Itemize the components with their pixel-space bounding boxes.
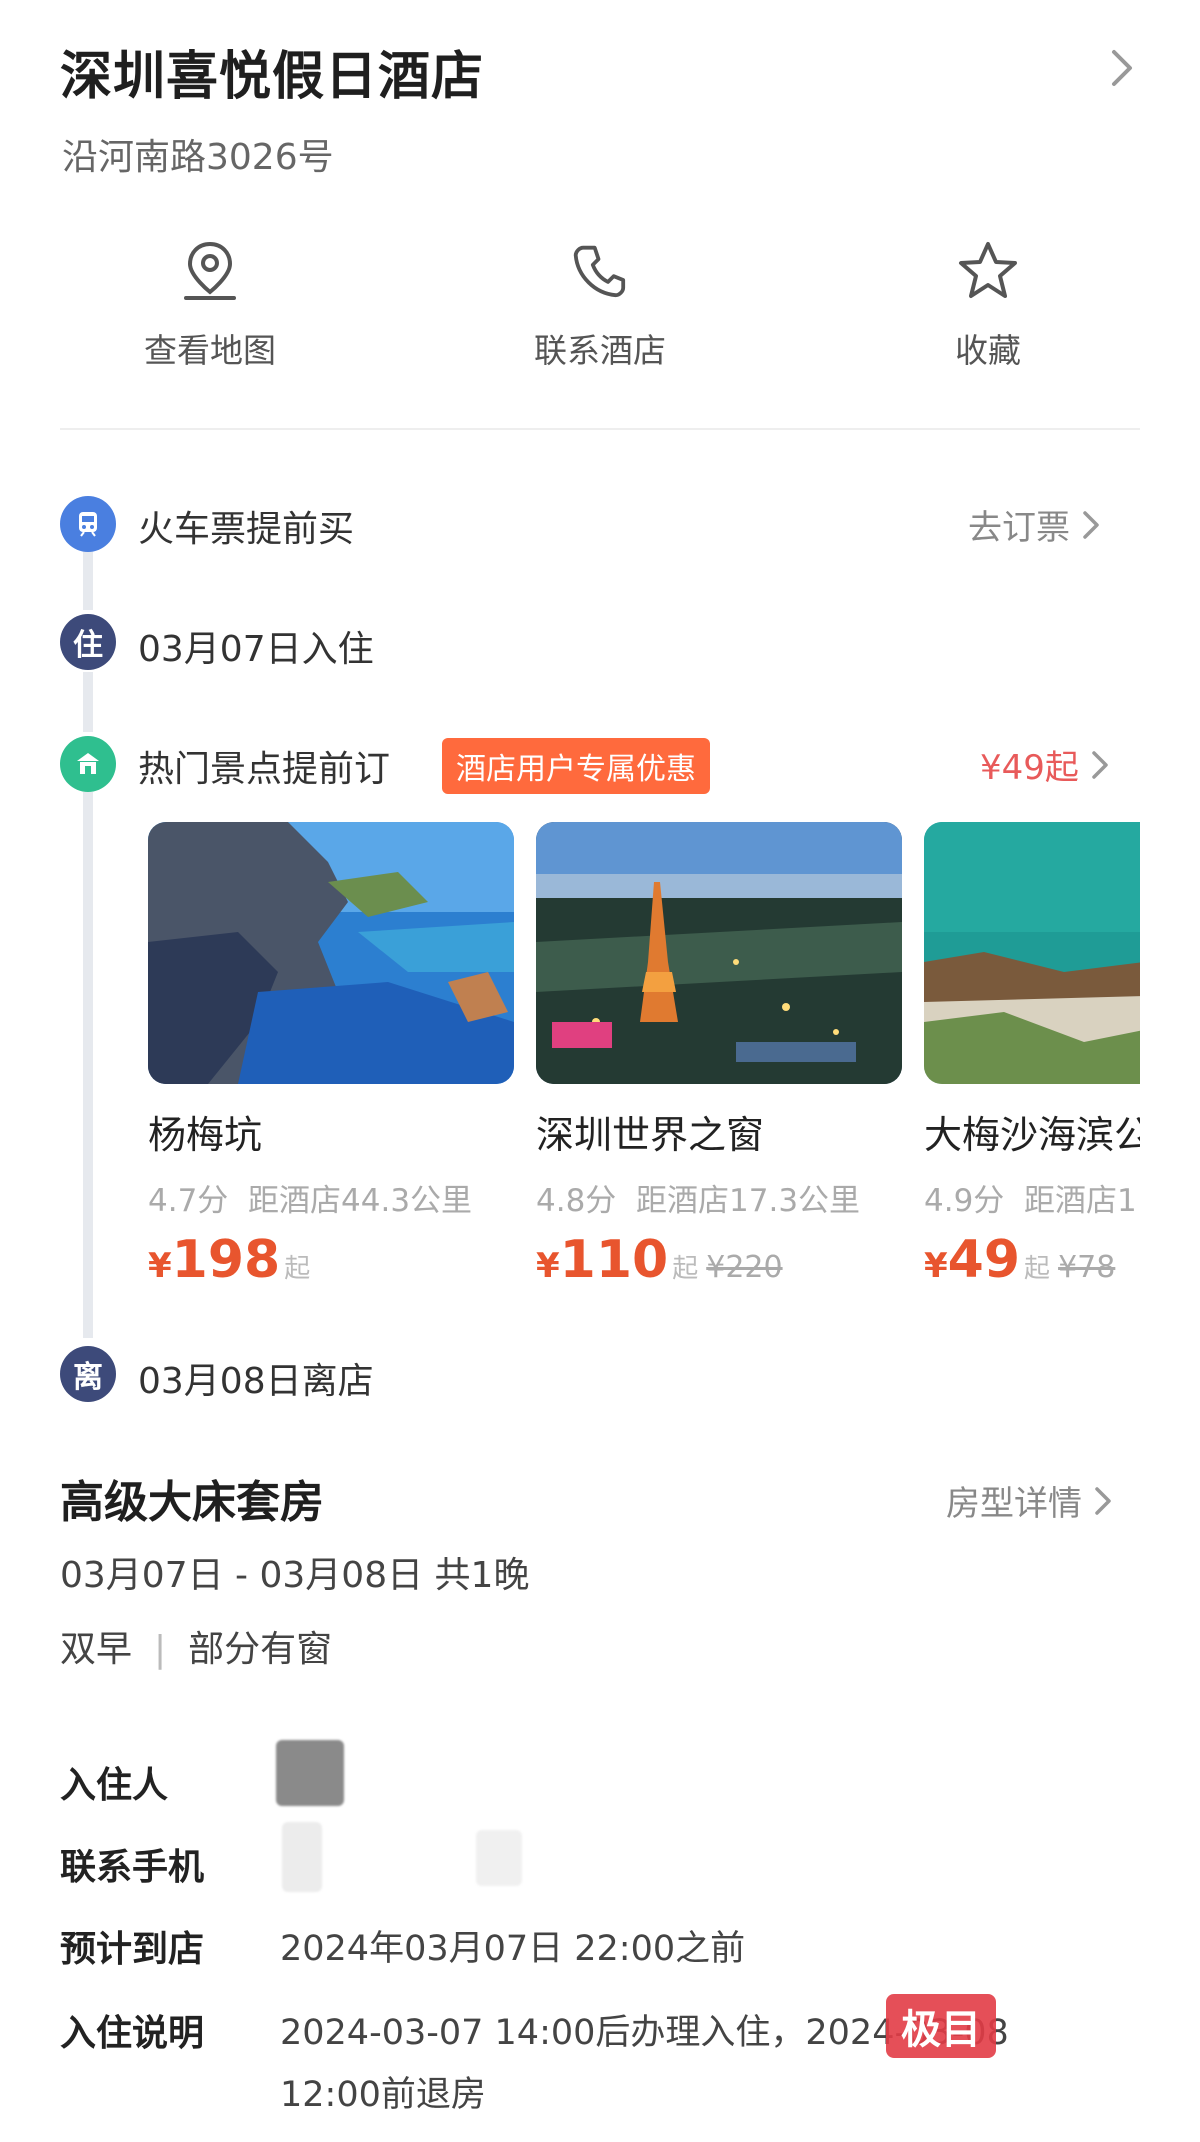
attraction-price: ¥49 起 ¥78: [924, 1230, 1140, 1290]
attraction-price: ¥198 起: [148, 1230, 514, 1290]
map-pin-icon: [184, 241, 236, 300]
price-suffix: 起: [672, 1254, 699, 1284]
separator: |: [154, 1629, 167, 1670]
book-train-link[interactable]: 去订票: [968, 500, 1102, 549]
divider: [60, 428, 1140, 430]
view-map-button[interactable]: 查看地图: [80, 240, 340, 372]
favorite-label: 收藏: [955, 331, 1021, 370]
price-suffix: 起: [1024, 1254, 1051, 1284]
checkin-notes-line2: 12:00前退房: [280, 2075, 486, 2115]
checkin-notes-label: 入住说明: [60, 2013, 205, 2054]
chevron-right-icon: [1095, 1486, 1111, 1515]
attraction-card[interactable]: 大梅沙海滨公 4.9分 距酒店1 ¥49 起 ¥78: [924, 822, 1140, 1290]
attraction-card[interactable]: 深圳世界之窗 4.8分 距酒店17.3公里 ¥110 起 ¥220: [536, 822, 902, 1290]
attraction-meta: 4.8分 距酒店17.3公里: [536, 1175, 902, 1220]
checkin-icon: 住: [60, 614, 116, 670]
attraction-photo: [924, 822, 1140, 1084]
price-currency: ¥: [148, 1246, 172, 1286]
room-type-title: 高级大床套房: [60, 1477, 324, 1528]
attraction-price: ¥110 起 ¥220: [536, 1230, 902, 1290]
attractions-price-label: ¥49起: [980, 748, 1079, 788]
chevron-right-icon: [1092, 750, 1108, 779]
arrival-time: 2024年03月07日 22:00之前: [280, 1929, 746, 1969]
room-details-label: 房型详情: [946, 1484, 1082, 1524]
stay-dates: 03月07日 - 03月08日 共1晚: [60, 1555, 530, 1596]
price-value: 49: [947, 1230, 1021, 1290]
phone-redacted: [476, 1830, 522, 1886]
attraction-carousel[interactable]: 杨梅坑 4.7分 距酒店44.3公里 ¥198 起 深圳世界之窗 4.8分 距酒…: [148, 822, 1140, 1292]
attraction-distance: 距酒店17.3公里: [636, 1183, 861, 1219]
phone-redacted: [282, 1822, 322, 1892]
watermark-logo: 极目: [886, 1994, 996, 2058]
attraction-name: 杨梅坑: [148, 1113, 263, 1157]
star-icon: [959, 242, 1017, 298]
timeline-connector: [83, 550, 93, 610]
train-icon: [60, 496, 116, 552]
room-features: 双早 | 部分有窗: [60, 1620, 332, 1672]
attraction-distance: 距酒店44.3公里: [248, 1183, 473, 1219]
price-currency: ¥: [924, 1246, 948, 1286]
attraction-name: 大梅沙海滨公: [924, 1113, 1140, 1157]
chevron-right-icon[interactable]: [1104, 44, 1140, 92]
attraction-photo: [536, 822, 902, 1084]
hotel-address: 沿河南路3026号: [62, 137, 334, 178]
arrival-label: 预计到店: [60, 1929, 205, 1970]
train-promo-text: 火车票提前买: [138, 509, 355, 550]
phone-label: 联系手机: [60, 1847, 205, 1888]
favorite-button[interactable]: 收藏: [858, 240, 1118, 372]
checkout-date: 03月08日离店: [138, 1361, 374, 1402]
attraction-card[interactable]: 杨梅坑 4.7分 距酒店44.3公里 ¥198 起: [148, 822, 514, 1290]
price-value: 110: [559, 1230, 669, 1290]
book-train-label: 去订票: [968, 508, 1070, 548]
price-suffix: 起: [284, 1254, 311, 1284]
price-value: 198: [171, 1230, 281, 1290]
room-details-link[interactable]: 房型详情: [946, 1476, 1114, 1525]
attraction-meta: 4.7分 距酒店44.3公里: [148, 1175, 514, 1220]
checkin-date: 03月07日入住: [138, 629, 374, 670]
attraction-distance: 距酒店1: [1024, 1183, 1137, 1219]
hotel-name[interactable]: 深圳喜悦假日酒店: [60, 34, 484, 109]
attraction-rating: 4.9分: [924, 1183, 1005, 1219]
exclusive-offer-badge: 酒店用户专属优惠: [442, 738, 710, 794]
attraction-rating: 4.8分: [536, 1183, 617, 1219]
breakfast-info: 双早: [60, 1629, 133, 1670]
attraction-photo: [148, 822, 514, 1084]
attractions-price-link[interactable]: ¥49起: [980, 740, 1111, 789]
phone-icon: [573, 245, 626, 298]
contact-hotel-button[interactable]: 联系酒店: [470, 240, 730, 372]
original-price: ¥220: [706, 1250, 783, 1285]
guest-name-redacted: [276, 1740, 344, 1806]
timeline-connector: [83, 792, 93, 1338]
window-info: 部分有窗: [188, 1629, 333, 1670]
attraction-name: 深圳世界之窗: [536, 1113, 765, 1157]
chevron-right-icon: [1083, 510, 1099, 539]
attraction-rating: 4.7分: [148, 1183, 229, 1219]
price-currency: ¥: [536, 1246, 560, 1286]
view-map-label: 查看地图: [144, 331, 276, 370]
attraction-meta: 4.9分 距酒店1: [924, 1175, 1140, 1220]
contact-hotel-label: 联系酒店: [534, 331, 666, 370]
checkout-icon: 离: [60, 1346, 116, 1402]
attractions-text: 热门景点提前订: [138, 749, 391, 790]
guest-label: 入住人: [60, 1765, 169, 1806]
attraction-icon: [60, 736, 116, 792]
original-price: ¥78: [1058, 1250, 1116, 1285]
timeline-connector: [83, 672, 93, 732]
